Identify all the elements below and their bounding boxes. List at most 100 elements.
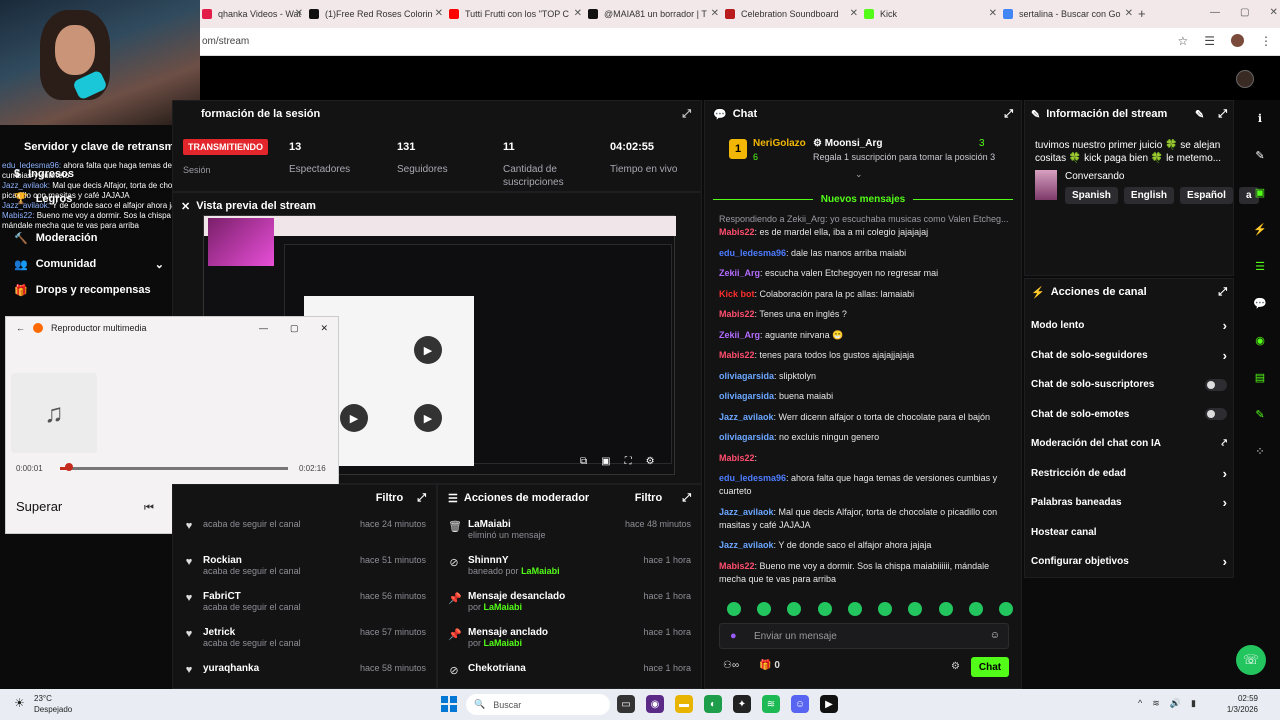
chat-username[interactable]: oliviagarsida bbox=[719, 432, 774, 442]
expand-icon[interactable]: ⤢ bbox=[417, 492, 426, 505]
chat-username[interactable]: Zekii_Arg bbox=[719, 330, 760, 340]
chat-rail-icon[interactable]: 💬 bbox=[1250, 293, 1270, 313]
chat-message[interactable]: Kick bot: Colaboración para la pc allas:… bbox=[719, 288, 1009, 301]
browser-tab[interactable]: (1)Free Red Roses Colorin ✕ bbox=[309, 5, 443, 23]
maximize-icon[interactable]: ▢ bbox=[290, 323, 299, 334]
obs-icon[interactable]: ◉ bbox=[646, 695, 664, 713]
browser-tab[interactable]: Tutti Frutti con los "TOP C ✕ bbox=[449, 5, 582, 23]
tab-close-icon[interactable]: ✕ bbox=[989, 8, 997, 19]
chat-username[interactable]: Jazz_avilaok bbox=[719, 412, 774, 422]
channel-action-item[interactable]: Chat de solo-emotes bbox=[1031, 400, 1227, 430]
edit-rail-icon[interactable]: ✎ bbox=[1250, 145, 1270, 165]
gift-sub-prompt[interactable]: Regala 1 suscripción para tomar la posic… bbox=[813, 152, 995, 162]
chat-message[interactable]: Jazz_avilaok: Mal que decis Alfajor, tor… bbox=[719, 506, 1009, 532]
sidebar-item-drops[interactable]: 🎁 Drops y recompensas bbox=[14, 277, 164, 303]
list-rail-icon[interactable]: ☰ bbox=[1250, 256, 1270, 276]
chat-message[interactable]: oliviagarsida: buena maiabi bbox=[719, 390, 1009, 403]
layout-rail-icon[interactable]: ▣ bbox=[1250, 182, 1270, 202]
close-icon[interactable]: ✕ bbox=[1269, 7, 1277, 18]
browser-tab[interactable]: Celebration Soundboard ✕ bbox=[725, 5, 858, 23]
emote-icon[interactable] bbox=[878, 602, 893, 616]
tab-close-icon[interactable]: ✕ bbox=[574, 8, 582, 19]
minimize-icon[interactable]: — bbox=[259, 323, 268, 334]
language-tag[interactable]: English bbox=[1123, 187, 1175, 204]
chat-message[interactable]: Jazz_avilaok: Y de donde saco el alfajor… bbox=[719, 539, 1009, 552]
media-player-icon[interactable]: ▶ bbox=[820, 695, 838, 713]
chat-username[interactable]: Mabis22 bbox=[719, 453, 755, 463]
chat-username[interactable]: Jazz_avilaok bbox=[719, 540, 774, 550]
minimize-icon[interactable]: — bbox=[1210, 7, 1220, 18]
fullscreen-icon[interactable]: ⛶ bbox=[625, 456, 632, 467]
chat-message[interactable]: Zekii_Arg: aguante nirvana 😁 bbox=[719, 329, 1009, 342]
chat-username[interactable]: edu_ledesma96 bbox=[719, 473, 786, 483]
expand-icon[interactable]: ⤢ bbox=[682, 108, 691, 121]
emote-icon[interactable] bbox=[847, 602, 862, 616]
info-rail-icon[interactable]: ℹ bbox=[1250, 108, 1270, 128]
chat-message[interactable]: Mabis22: bbox=[719, 452, 1009, 465]
chevron-up-icon[interactable]: ^ bbox=[1138, 698, 1142, 709]
emote-icon[interactable] bbox=[757, 602, 772, 616]
chat-username[interactable]: Mabis22 bbox=[719, 350, 755, 360]
emote-icon[interactable] bbox=[998, 602, 1013, 616]
spotify-icon[interactable]: ≋ bbox=[762, 695, 780, 713]
volume-icon[interactable]: 🔊 bbox=[1170, 698, 1181, 709]
chat-message[interactable]: oliviagarsida: slipktolyn bbox=[719, 370, 1009, 383]
chat-username[interactable]: oliviagarsida bbox=[719, 371, 774, 381]
media-progress[interactable] bbox=[60, 467, 288, 470]
reading-list-icon[interactable]: ☰ bbox=[1204, 34, 1215, 48]
browser-tab[interactable]: qhanka Videos - Wat ✕ bbox=[202, 5, 303, 23]
emote-icon[interactable] bbox=[787, 602, 802, 616]
emote-icon[interactable] bbox=[938, 602, 953, 616]
sidebar-item-moderacion[interactable]: 🔨 Moderación bbox=[14, 225, 164, 251]
apps-rail-icon[interactable]: ⁘ bbox=[1250, 441, 1270, 461]
pip-icon[interactable]: ⧉ bbox=[580, 456, 587, 467]
emote-icon[interactable] bbox=[968, 602, 983, 616]
channel-action-item[interactable]: Configurar objetivos › bbox=[1031, 547, 1227, 577]
collapse-icon[interactable]: ⌄ bbox=[855, 169, 863, 180]
users-link-icon[interactable]: ⚇∞ bbox=[723, 660, 739, 671]
expand-icon[interactable]: ⤢ bbox=[682, 492, 691, 505]
chat-username[interactable]: Jazz_avilaok bbox=[719, 507, 774, 517]
mod-filter-button[interactable]: Filtro bbox=[635, 492, 663, 504]
expand-icon[interactable]: ⤢ bbox=[1218, 108, 1227, 121]
chat-username[interactable]: Mabis22 bbox=[719, 309, 755, 319]
browser-tab[interactable]: Kick ✕ bbox=[864, 5, 997, 23]
language-tag[interactable]: Spanish bbox=[1065, 187, 1118, 204]
toggle-switch[interactable] bbox=[1205, 408, 1227, 421]
bolt-rail-icon[interactable]: ⚡ bbox=[1250, 219, 1270, 239]
chat-message[interactable]: Jazz_avilaok: Werr dicenn alfajor o tort… bbox=[719, 411, 1009, 424]
chat-username[interactable]: Mabis22 bbox=[719, 227, 755, 237]
start-button[interactable] bbox=[441, 696, 457, 712]
channel-action-item[interactable]: Chat de solo-suscriptores bbox=[1031, 370, 1227, 400]
url-text[interactable]: om/stream bbox=[202, 36, 249, 47]
new-tab-button[interactable]: + bbox=[1138, 6, 1146, 21]
help-chat-icon[interactable]: ☏ bbox=[1236, 645, 1266, 675]
bookmark-star-icon[interactable]: ☆ bbox=[1177, 34, 1188, 48]
chat-message[interactable]: Mabis22: tenes para todos los gustos aja… bbox=[719, 349, 1009, 362]
chat-message[interactable]: edu_ledesma96: dale las manos arriba mai… bbox=[719, 247, 1009, 260]
expand-icon[interactable]: ⤢ bbox=[1218, 286, 1227, 299]
channel-action-item[interactable]: Palabras baneadas › bbox=[1031, 488, 1227, 518]
user-avatar[interactable] bbox=[1236, 70, 1254, 88]
discord-icon[interactable]: ☺ bbox=[791, 695, 809, 713]
sidebar-item-ingresos[interactable]: $ Ingresos bbox=[14, 161, 164, 186]
chat-username[interactable]: Mabis22 bbox=[719, 561, 755, 571]
chat-username[interactable]: Kick bot bbox=[719, 289, 755, 299]
settings-icon[interactable]: ⚙ bbox=[646, 456, 655, 467]
chat-input[interactable]: ● Enviar un mensaje ☺ bbox=[719, 623, 1009, 649]
back-icon[interactable]: ← bbox=[16, 323, 25, 333]
expand-icon[interactable]: ⤢ bbox=[1004, 108, 1013, 121]
chat-message[interactable]: Mabis22: es de mardel ella, iba a mi col… bbox=[719, 226, 1009, 239]
maximize-icon[interactable]: ▢ bbox=[1240, 7, 1249, 18]
weather-icon[interactable]: ☀ bbox=[14, 696, 25, 710]
previous-icon[interactable]: ⏮ bbox=[144, 502, 154, 515]
channel-action-item[interactable]: Restricción de edad › bbox=[1031, 459, 1227, 489]
tab-close-icon[interactable]: ✕ bbox=[711, 8, 719, 19]
file-explorer-icon[interactable]: ▬ bbox=[675, 695, 693, 713]
taskbar-search[interactable]: 🔍 Buscar bbox=[466, 694, 610, 715]
points-display[interactable]: 🎁 0 bbox=[759, 660, 780, 671]
screenshot-icon[interactable]: ▣ bbox=[601, 456, 610, 467]
chat-message[interactable]: Zekii_Arg: escucha valen Etchegoyen no r… bbox=[719, 267, 1009, 280]
channel-action-item[interactable]: Moderación del chat con IA ⤤ bbox=[1031, 429, 1227, 459]
send-chat-button[interactable]: Chat bbox=[971, 657, 1009, 677]
